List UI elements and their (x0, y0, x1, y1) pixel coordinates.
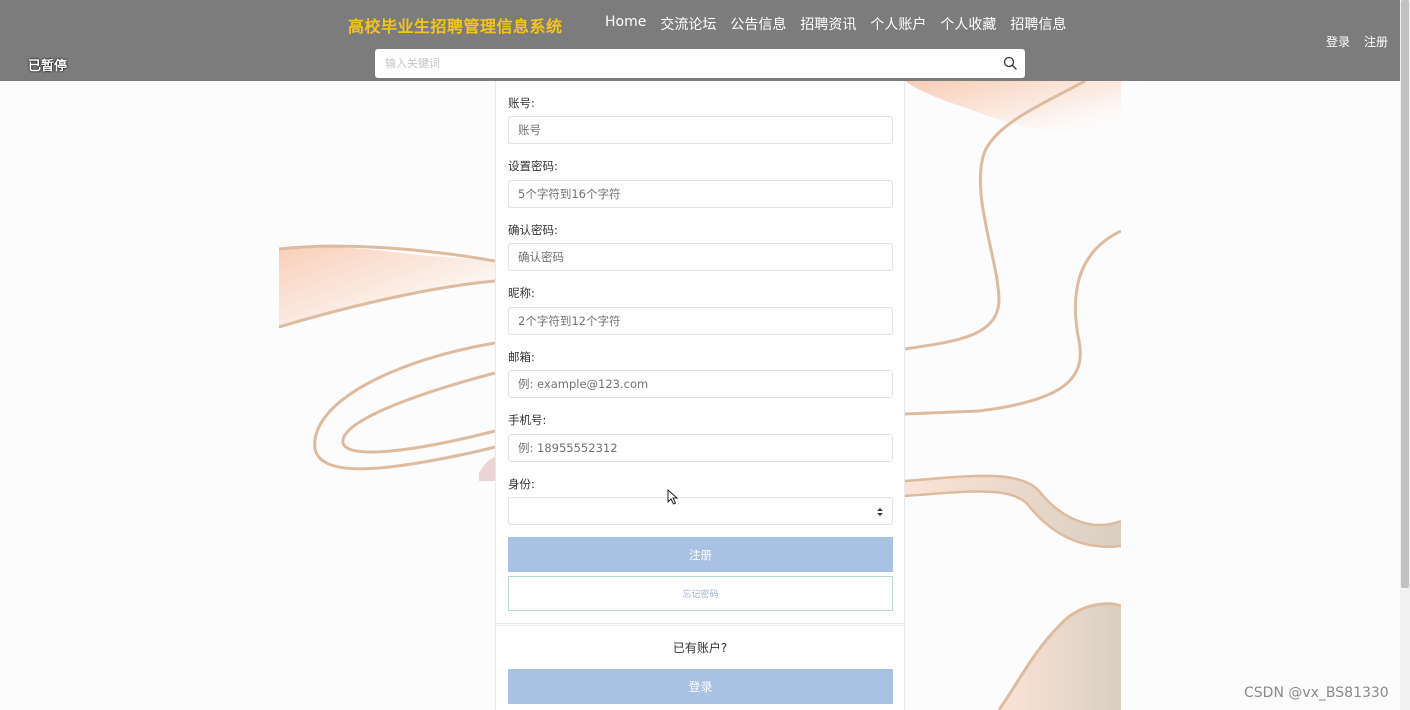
password-label: 设置密码: (508, 159, 558, 173)
forgot-password-button[interactable]: 忘记密码 (508, 576, 893, 611)
login-link[interactable]: 登录 (1326, 33, 1350, 50)
account-input[interactable] (508, 116, 893, 144)
search-icon[interactable] (1003, 56, 1017, 70)
confirm-password-label: 确认密码: (508, 223, 558, 237)
page-scrollbar[interactable] (1400, 0, 1410, 710)
register-link[interactable]: 注册 (1364, 33, 1388, 50)
select-arrows-icon (877, 508, 883, 516)
login-button[interactable]: 登录 (508, 669, 893, 704)
search-bar (375, 49, 1025, 78)
email-label: 邮箱: (508, 350, 535, 364)
nav-home[interactable]: Home (605, 14, 646, 34)
nav-forum[interactable]: 交流论坛 (660, 14, 716, 34)
nickname-input[interactable] (508, 307, 893, 335)
top-header: 高校毕业生招聘管理信息系统 Home 交流论坛 公告信息 招聘资讯 个人账户 个… (0, 0, 1410, 81)
site-title[interactable]: 高校毕业生招聘管理信息系统 (348, 13, 563, 37)
paused-label: 已暂停 (28, 59, 68, 74)
login-section: 已有账户? 登录 (495, 625, 905, 710)
mouse-cursor-icon (667, 489, 679, 505)
auth-links: 登录 注册 (1326, 33, 1388, 50)
phone-label: 手机号: (508, 413, 547, 427)
have-account-text: 已有账户? (672, 641, 728, 655)
register-button[interactable]: 注册 (508, 537, 893, 572)
scrollbar-thumb[interactable] (1401, 0, 1409, 588)
watermark: CSDN @vx_BS81330 (1244, 685, 1389, 701)
account-label: 账号: (508, 96, 535, 110)
nav-recruitment-news[interactable]: 招聘资讯 (800, 14, 856, 34)
register-form: 账号: 设置密码: 确认密码: 昵称: 邮箱: 手机号: 身份: 注册 忘记密码 (495, 81, 905, 624)
email-input[interactable] (508, 370, 893, 398)
identity-label: 身份: (508, 477, 535, 491)
main-nav: Home 交流论坛 公告信息 招聘资讯 个人账户 个人收藏 招聘信息 (598, 14, 1073, 34)
phone-input[interactable] (508, 434, 893, 462)
identity-select[interactable] (508, 497, 893, 525)
nickname-label: 昵称: (508, 286, 535, 300)
confirm-password-input[interactable] (508, 243, 893, 271)
search-input[interactable] (375, 49, 975, 78)
nav-job-info[interactable]: 招聘信息 (1010, 14, 1066, 34)
nav-favorites[interactable]: 个人收藏 (940, 14, 996, 34)
password-input[interactable] (508, 180, 893, 208)
nav-announcements[interactable]: 公告信息 (730, 14, 786, 34)
nav-personal-account[interactable]: 个人账户 (870, 14, 926, 34)
